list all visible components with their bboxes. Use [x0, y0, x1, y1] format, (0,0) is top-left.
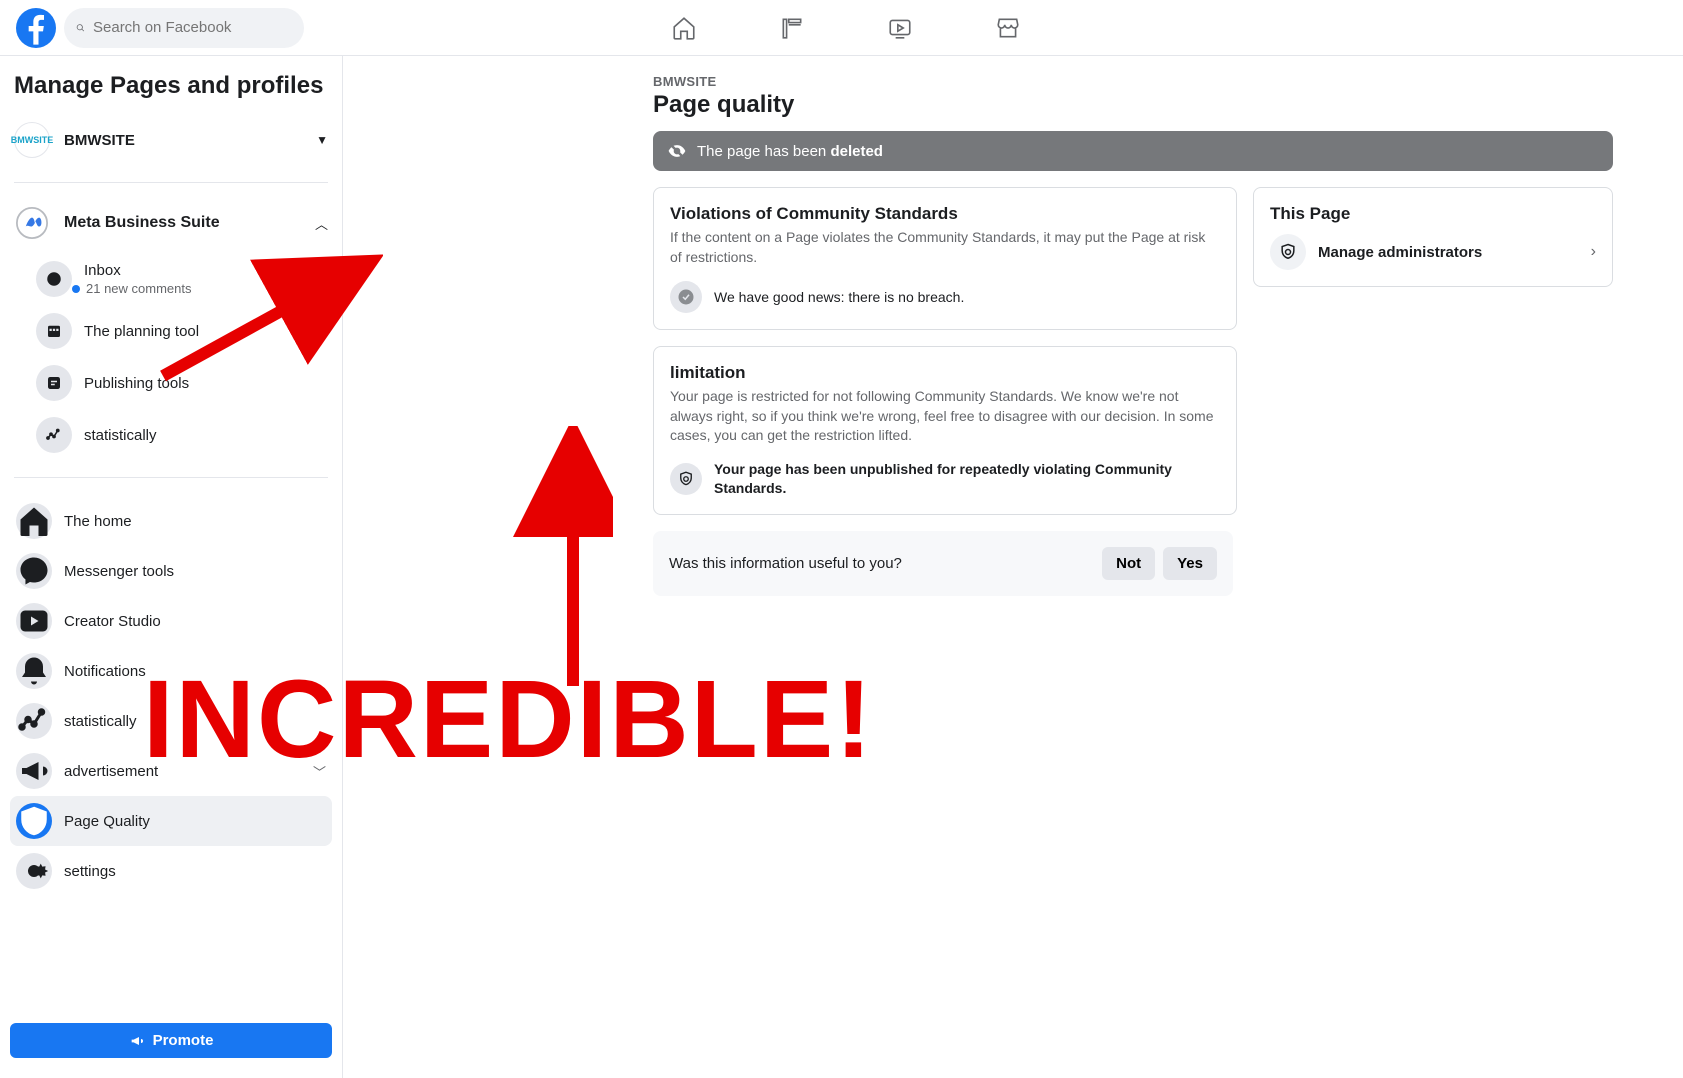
breadcrumb: BMWSITE: [653, 74, 1613, 89]
sidebar-item-ads[interactable]: advertisement ﹀: [10, 746, 332, 796]
notifications-label: Notifications: [64, 663, 326, 680]
page-avatar: BMWSITE: [14, 122, 50, 158]
this-page-title: This Page: [1270, 204, 1596, 224]
limitation-status: Your page has been unpublished for repea…: [714, 460, 1220, 498]
creator-icon: [16, 603, 52, 639]
limitation-card: limitation Your page is restricted for n…: [653, 346, 1237, 515]
sidebar-item-home[interactable]: The home: [10, 496, 332, 546]
violations-desc: If the content on a Page violates the Co…: [670, 228, 1220, 267]
chevron-up-icon: ︿: [315, 214, 328, 233]
sidebar-item-settings[interactable]: settings: [10, 846, 332, 896]
shield-alert-icon: [670, 463, 702, 495]
watch-icon[interactable]: [886, 14, 914, 42]
feedback-bar: Was this information useful to you? Not …: [653, 531, 1233, 596]
inbox-label: Inbox: [84, 262, 192, 279]
sidebar-item-inbox[interactable]: Inbox 21 new comments: [32, 253, 332, 305]
divider: [14, 477, 328, 478]
sidebar-item-notifications[interactable]: Notifications: [10, 646, 332, 696]
search-input[interactable]: [93, 19, 292, 36]
inbox-meta: 21 new comments: [72, 281, 192, 296]
feedback-no-button[interactable]: Not: [1102, 547, 1155, 580]
search-box[interactable]: [64, 8, 304, 48]
ads-label: advertisement: [64, 763, 313, 780]
megaphone-icon: [16, 753, 52, 789]
publishing-label: Publishing tools: [84, 375, 189, 392]
marketplace-icon[interactable]: [994, 14, 1022, 42]
this-page-card: This Page Manage administrators ›: [1253, 187, 1613, 287]
top-bar: [0, 0, 1683, 56]
manage-admins-row[interactable]: Manage administrators ›: [1270, 234, 1596, 270]
inbox-icon: [36, 261, 72, 297]
meta-suite-icon: [14, 205, 50, 241]
sidebar-item-statistics[interactable]: statistically: [10, 696, 332, 746]
stats-icon: [36, 417, 72, 453]
stats-nav-icon: [16, 703, 52, 739]
sidebar-item-page-quality[interactable]: Page Quality: [10, 796, 332, 846]
pages-icon[interactable]: [778, 14, 806, 42]
messenger-icon: [16, 553, 52, 589]
settings-label: settings: [64, 863, 326, 880]
stats-label: statistically: [84, 427, 157, 444]
chevron-down-icon: ﹀: [313, 762, 326, 781]
facebook-logo[interactable]: [16, 8, 56, 48]
banner-text: The page has been deleted: [697, 143, 883, 160]
home-nav-icon: [16, 503, 52, 539]
eye-off-icon: [667, 141, 687, 161]
messenger-label: Messenger tools: [64, 563, 326, 580]
limitation-title: limitation: [670, 363, 1220, 383]
unread-dot-icon: [72, 285, 80, 293]
meta-business-suite-toggle[interactable]: Meta Business Suite ︿: [10, 199, 332, 247]
sidebar: Manage Pages and profiles BMWSITE BMWSIT…: [0, 56, 343, 1078]
search-icon: [76, 20, 85, 36]
violations-card: Violations of Community Standards If the…: [653, 187, 1237, 330]
feedback-question: Was this information useful to you?: [669, 555, 902, 572]
page-selector[interactable]: BMWSITE BMWSITE ▼: [10, 114, 332, 166]
meta-suite-label: Meta Business Suite: [64, 214, 315, 232]
sidebar-item-messenger[interactable]: Messenger tools: [10, 546, 332, 596]
page-quality-label: Page Quality: [64, 813, 326, 830]
status-banner: The page has been deleted: [653, 131, 1613, 171]
sidebar-title: Manage Pages and profiles: [14, 72, 328, 100]
main-content: BMWSITE Page quality The page has been d…: [343, 56, 1683, 1078]
check-circle-icon: [670, 281, 702, 313]
creator-label: Creator Studio: [64, 613, 326, 630]
violations-status: We have good news: there is no breach.: [714, 288, 964, 307]
calendar-icon: [36, 313, 72, 349]
home-icon[interactable]: [670, 14, 698, 42]
chevron-right-icon: ›: [1591, 243, 1596, 261]
promote-button[interactable]: Promote: [10, 1023, 332, 1058]
violations-title: Violations of Community Standards: [670, 204, 1220, 224]
bell-icon: [16, 653, 52, 689]
sidebar-item-planning[interactable]: The planning tool: [32, 305, 332, 357]
page-title: Page quality: [653, 91, 1613, 119]
megaphone-white-icon: [129, 1033, 145, 1049]
home-label: The home: [64, 513, 326, 530]
feedback-yes-button[interactable]: Yes: [1163, 547, 1217, 580]
publishing-icon: [36, 365, 72, 401]
shield-manage-icon: [1270, 234, 1306, 270]
sidebar-item-creator[interactable]: Creator Studio: [10, 596, 332, 646]
caret-down-icon: ▼: [316, 133, 328, 147]
top-nav: [304, 14, 1387, 42]
arrow-annotation-2: [473, 426, 613, 696]
limitation-desc: Your page is restricted for not followin…: [670, 387, 1220, 446]
manage-admins-label: Manage administrators: [1318, 244, 1579, 261]
shield-icon: [16, 803, 52, 839]
gear-icon: [16, 853, 52, 889]
statistics-label: statistically: [64, 713, 326, 730]
sidebar-item-stats[interactable]: statistically: [32, 409, 332, 461]
divider: [14, 182, 328, 183]
planning-label: The planning tool: [84, 323, 199, 340]
page-name: BMWSITE: [64, 132, 316, 149]
sidebar-item-publishing[interactable]: Publishing tools: [32, 357, 332, 409]
